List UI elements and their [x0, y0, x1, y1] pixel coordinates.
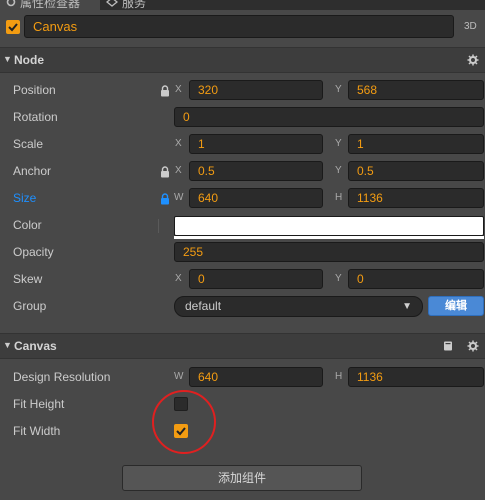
anchor-y-input[interactable]: 0.5	[348, 161, 484, 181]
color-divider	[158, 219, 159, 233]
dropdown-arrow-icon: ▼	[402, 301, 412, 312]
lock-icon[interactable]	[160, 193, 170, 205]
scale-y-axis[interactable]: Y	[335, 134, 342, 154]
canvas-section-header[interactable]: ▼ Canvas	[0, 333, 485, 359]
skew-x-input[interactable]: 0	[189, 269, 323, 289]
opacity-input[interactable]: 255	[174, 242, 484, 262]
color-alpha-bar	[174, 236, 484, 239]
edit-group-button[interactable]: 编辑	[428, 296, 484, 316]
skew-y-input[interactable]: 0	[348, 269, 484, 289]
size-label: Size	[13, 191, 37, 205]
collapse-arrow-icon: ▼	[3, 340, 12, 350]
node-section-header[interactable]: ▼ Node	[0, 47, 485, 73]
design-resolution-w-axis[interactable]: W	[174, 367, 183, 387]
size-w-input[interactable]: 640	[189, 188, 323, 208]
design-resolution-label: Design Resolution	[13, 370, 111, 384]
rotation-input[interactable]: 0	[174, 107, 484, 127]
position-x-axis[interactable]: X	[175, 80, 182, 100]
design-resolution-h-input[interactable]: 1136	[348, 367, 484, 387]
gear-icon[interactable]	[467, 54, 479, 66]
position-x-input[interactable]: 320	[189, 80, 323, 100]
checkmark-icon	[8, 23, 18, 32]
tab-services-label: 服务	[122, 0, 147, 10]
fit-height-label: Fit Height	[13, 397, 65, 411]
3d-toggle[interactable]: 3D	[464, 21, 477, 32]
lock-icon[interactable]	[160, 85, 170, 97]
scale-label: Scale	[13, 137, 44, 151]
gear-icon[interactable]	[467, 340, 479, 352]
tab-inspector-label: 属性检查器	[20, 0, 81, 10]
collapse-arrow-icon: ▼	[3, 54, 12, 64]
color-picker[interactable]	[174, 216, 484, 236]
size-h-axis[interactable]: H	[335, 188, 342, 208]
book-icon[interactable]	[442, 340, 454, 352]
size-h-input[interactable]: 1136	[348, 188, 484, 208]
anchor-x-axis[interactable]: X	[175, 161, 182, 181]
diamond-icon	[106, 0, 118, 7]
panel-tab-strip: 属性检查器 服务	[0, 0, 485, 10]
scale-x-input[interactable]: 1	[189, 134, 323, 154]
scale-y-input[interactable]: 1	[348, 134, 484, 154]
position-y-axis[interactable]: Y	[335, 80, 342, 100]
canvas-section-title: Canvas	[14, 339, 57, 353]
scale-x-axis[interactable]: X	[175, 134, 182, 154]
annotation-circle	[152, 390, 216, 454]
tab-services[interactable]: 服务	[106, 0, 146, 10]
node-name-input[interactable]: Canvas	[24, 15, 454, 38]
anchor-x-input[interactable]: 0.5	[189, 161, 323, 181]
group-label: Group	[13, 299, 47, 313]
position-y-input[interactable]: 568	[348, 80, 484, 100]
anchor-label: Anchor	[13, 164, 52, 178]
skew-y-axis[interactable]: Y	[335, 269, 342, 289]
anchor-y-axis[interactable]: Y	[335, 161, 342, 181]
design-resolution-w-input[interactable]: 640	[189, 367, 323, 387]
skew-x-axis[interactable]: X	[175, 269, 182, 289]
fit-width-label: Fit Width	[13, 424, 61, 438]
group-select[interactable]: default ▼	[174, 296, 423, 317]
group-select-value: default	[185, 299, 222, 313]
node-active-checkbox[interactable]	[6, 20, 20, 34]
design-resolution-h-axis[interactable]: H	[335, 367, 342, 387]
lock-icon[interactable]	[160, 166, 170, 178]
gear-icon	[6, 0, 16, 7]
tab-inspector[interactable]: 属性检查器	[0, 0, 100, 10]
add-component-button[interactable]: 添加组件	[122, 465, 362, 491]
node-section-title: Node	[14, 53, 44, 67]
rotation-label: Rotation	[13, 110, 58, 124]
skew-label: Skew	[13, 272, 43, 286]
opacity-label: Opacity	[13, 245, 54, 259]
position-label: Position	[13, 83, 56, 97]
size-w-axis[interactable]: W	[174, 188, 183, 208]
color-label: Color	[13, 218, 42, 232]
